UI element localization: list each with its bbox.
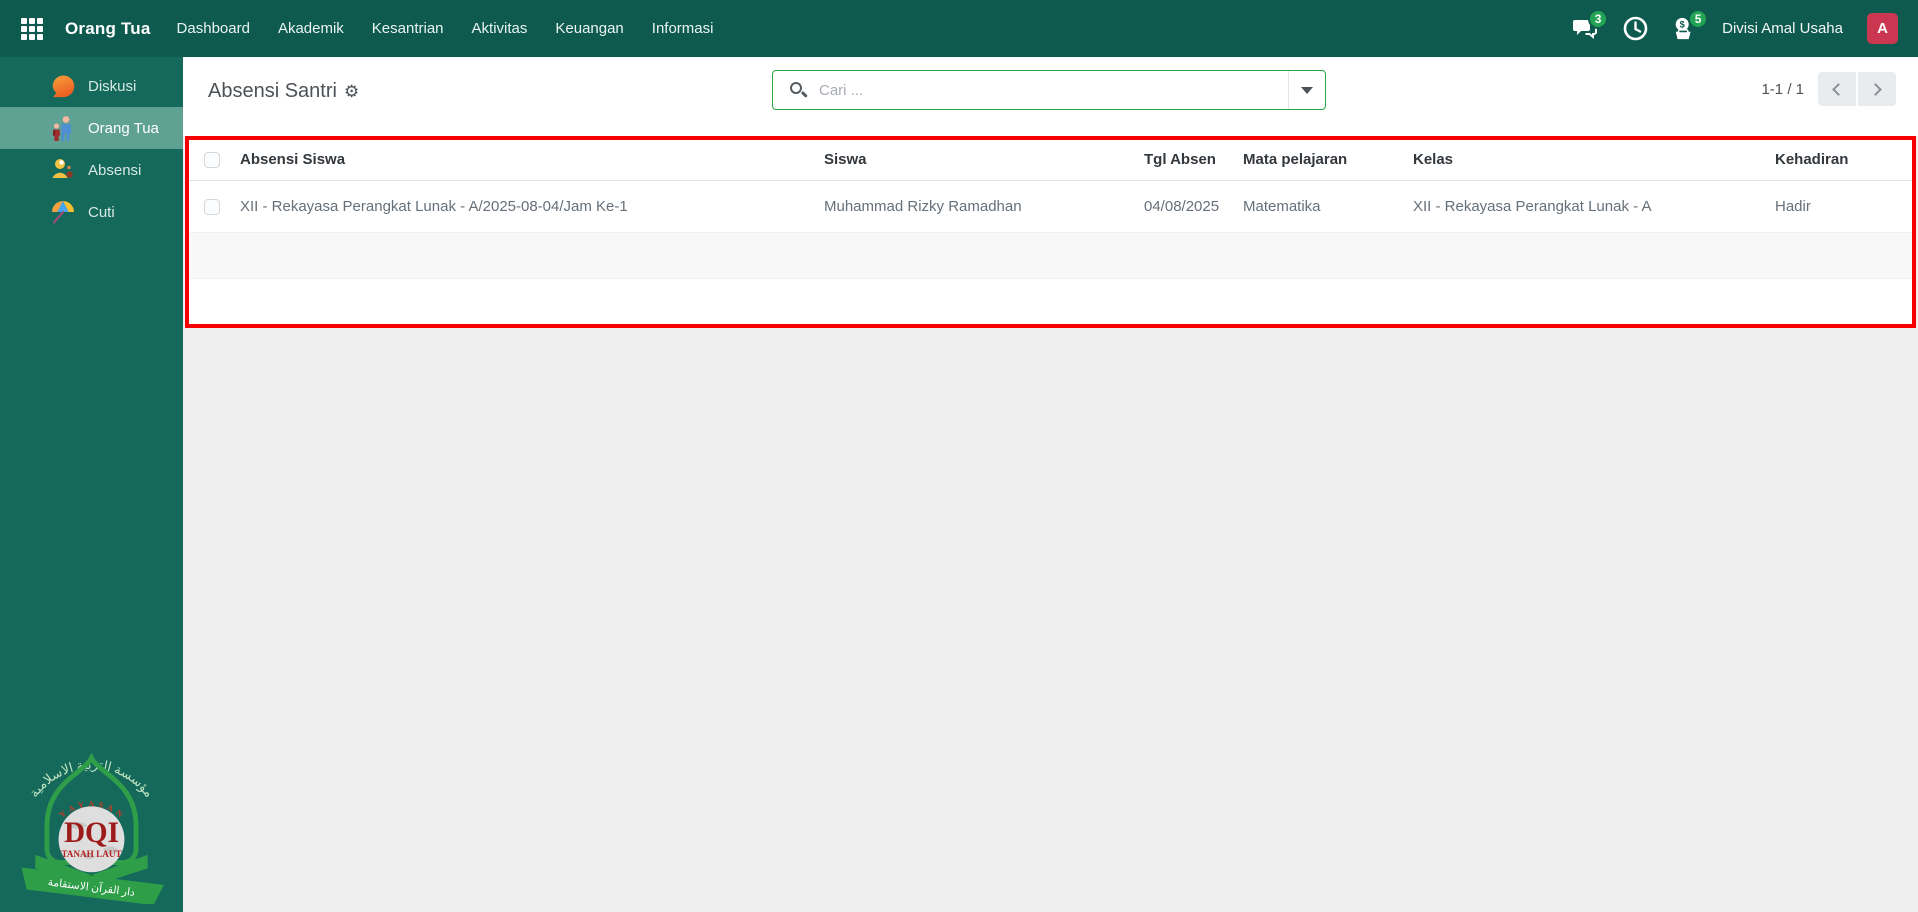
user-menu[interactable]: Divisi Amal Usaha: [1722, 20, 1843, 37]
pager-next-button[interactable]: [1858, 72, 1896, 106]
col-header-kehadiran[interactable]: Kehadiran: [1775, 140, 1912, 181]
sidebar: Diskusi Orang Tua Absensi Cuti مؤسسة الت…: [0, 57, 183, 912]
svg-text:TANAH LAUT: TANAH LAUT: [61, 849, 121, 859]
svg-text:$: $: [1680, 20, 1686, 30]
apps-menu-icon[interactable]: [21, 17, 43, 40]
timeoff-umbrella-icon: [50, 199, 76, 225]
money-collect-icon[interactable]: $ 5: [1672, 8, 1709, 42]
col-header-kelas[interactable]: Kelas: [1413, 140, 1775, 181]
cell-mata-pelajaran[interactable]: Matematika: [1243, 180, 1413, 233]
menu-item-keuangan[interactable]: Keuangan: [555, 14, 623, 43]
control-panel: Absensi Santri ⚙ 1-1 / 1: [183, 57, 1918, 136]
pager-range: 1-1 / 1: [1761, 80, 1804, 98]
app-window: Orang Tua Dashboard Akademik Kesantrian …: [0, 0, 1918, 912]
sidebar-item-diskusi[interactable]: Diskusi: [0, 65, 183, 107]
cell-siswa[interactable]: Muhammad Rizky Ramadhan: [824, 180, 1144, 233]
main-menu: Dashboard Akademik Kesantrian Aktivitas …: [177, 14, 714, 43]
breadcrumb: Absensi Santri ⚙: [208, 80, 359, 103]
messages-icon[interactable]: 3: [1572, 8, 1609, 42]
table-header-row: Absensi Siswa Siswa Tgl Absen Mata pelaj…: [189, 140, 1912, 181]
sidebar-item-label: Absensi: [88, 161, 142, 179]
menu-item-kesantrian[interactable]: Kesantrian: [372, 14, 444, 43]
menu-item-informasi[interactable]: Informasi: [652, 14, 714, 43]
search-input[interactable]: [819, 81, 1288, 99]
systray: 3 $ 5 Divisi Amal Usaha A: [1572, 8, 1898, 44]
records-table: Absensi Siswa Siswa Tgl Absen Mata pelaj…: [189, 140, 1912, 324]
col-header-absensi-siswa[interactable]: Absensi Siswa: [234, 140, 824, 181]
sidebar-item-absensi[interactable]: Absensi: [0, 149, 183, 191]
row-checkbox[interactable]: [203, 198, 220, 215]
money-badge: 5: [1688, 8, 1709, 29]
svg-text:DQI: DQI: [64, 817, 119, 849]
discuss-icon: [50, 73, 76, 99]
select-all-checkbox[interactable]: [203, 152, 220, 169]
messages-badge: 3: [1588, 8, 1609, 29]
cell-kehadiran[interactable]: Hadir: [1775, 180, 1912, 233]
sidebar-item-label: Orang Tua: [88, 119, 159, 137]
empty-stripe-row: [189, 232, 1912, 279]
activity-clock-icon[interactable]: [1622, 16, 1648, 42]
search-icon: [790, 81, 808, 99]
sidebar-item-cuti[interactable]: Cuti: [0, 191, 183, 233]
empty-row: [189, 278, 1912, 324]
cell-kelas[interactable]: XII - Rekayasa Perangkat Lunak - A: [1413, 180, 1775, 233]
sidebar-item-label: Diskusi: [88, 77, 137, 95]
menu-item-akademik[interactable]: Akademik: [278, 14, 344, 43]
top-navbar: Orang Tua Dashboard Akademik Kesantrian …: [0, 0, 1918, 57]
highlighted-table-region: Absensi Siswa Siswa Tgl Absen Mata pelaj…: [185, 136, 1916, 328]
menu-item-aktivitas[interactable]: Aktivitas: [472, 14, 528, 43]
menu-item-dashboard[interactable]: Dashboard: [177, 14, 250, 43]
page-title: Absensi Santri: [208, 80, 337, 102]
avatar[interactable]: A: [1867, 13, 1898, 44]
search-filter-toggle[interactable]: [1288, 71, 1325, 109]
pager-previous-button[interactable]: [1818, 72, 1856, 106]
svg-text:مؤسسة التربية الاسلامية: مؤسسة التربية الاسلامية: [26, 757, 157, 800]
col-header-siswa[interactable]: Siswa: [824, 140, 1144, 181]
pager: 1-1 / 1: [1761, 72, 1896, 106]
search-bar: [772, 70, 1326, 110]
cell-tgl-absen[interactable]: 04/08/2025: [1144, 180, 1243, 233]
chevron-down-icon: [1301, 86, 1313, 94]
col-header-tgl-absen[interactable]: Tgl Absen: [1144, 140, 1243, 181]
col-header-mata-pelajaran[interactable]: Mata pelajaran: [1243, 140, 1413, 181]
parents-icon: [50, 115, 76, 141]
attendance-icon: [50, 157, 76, 183]
app-name[interactable]: Orang Tua: [65, 19, 151, 39]
table-row[interactable]: XII - Rekayasa Perangkat Lunak - A/2025-…: [189, 180, 1912, 233]
foundation-logo: مؤسسة التربية الاسلامية Y A Y A S A N DQ…: [21, 752, 164, 904]
sidebar-item-orang-tua[interactable]: Orang Tua: [0, 107, 183, 149]
gear-icon[interactable]: ⚙: [344, 83, 359, 100]
sidebar-item-label: Cuti: [88, 203, 115, 221]
cell-absensi-siswa[interactable]: XII - Rekayasa Perangkat Lunak - A/2025-…: [234, 180, 824, 233]
